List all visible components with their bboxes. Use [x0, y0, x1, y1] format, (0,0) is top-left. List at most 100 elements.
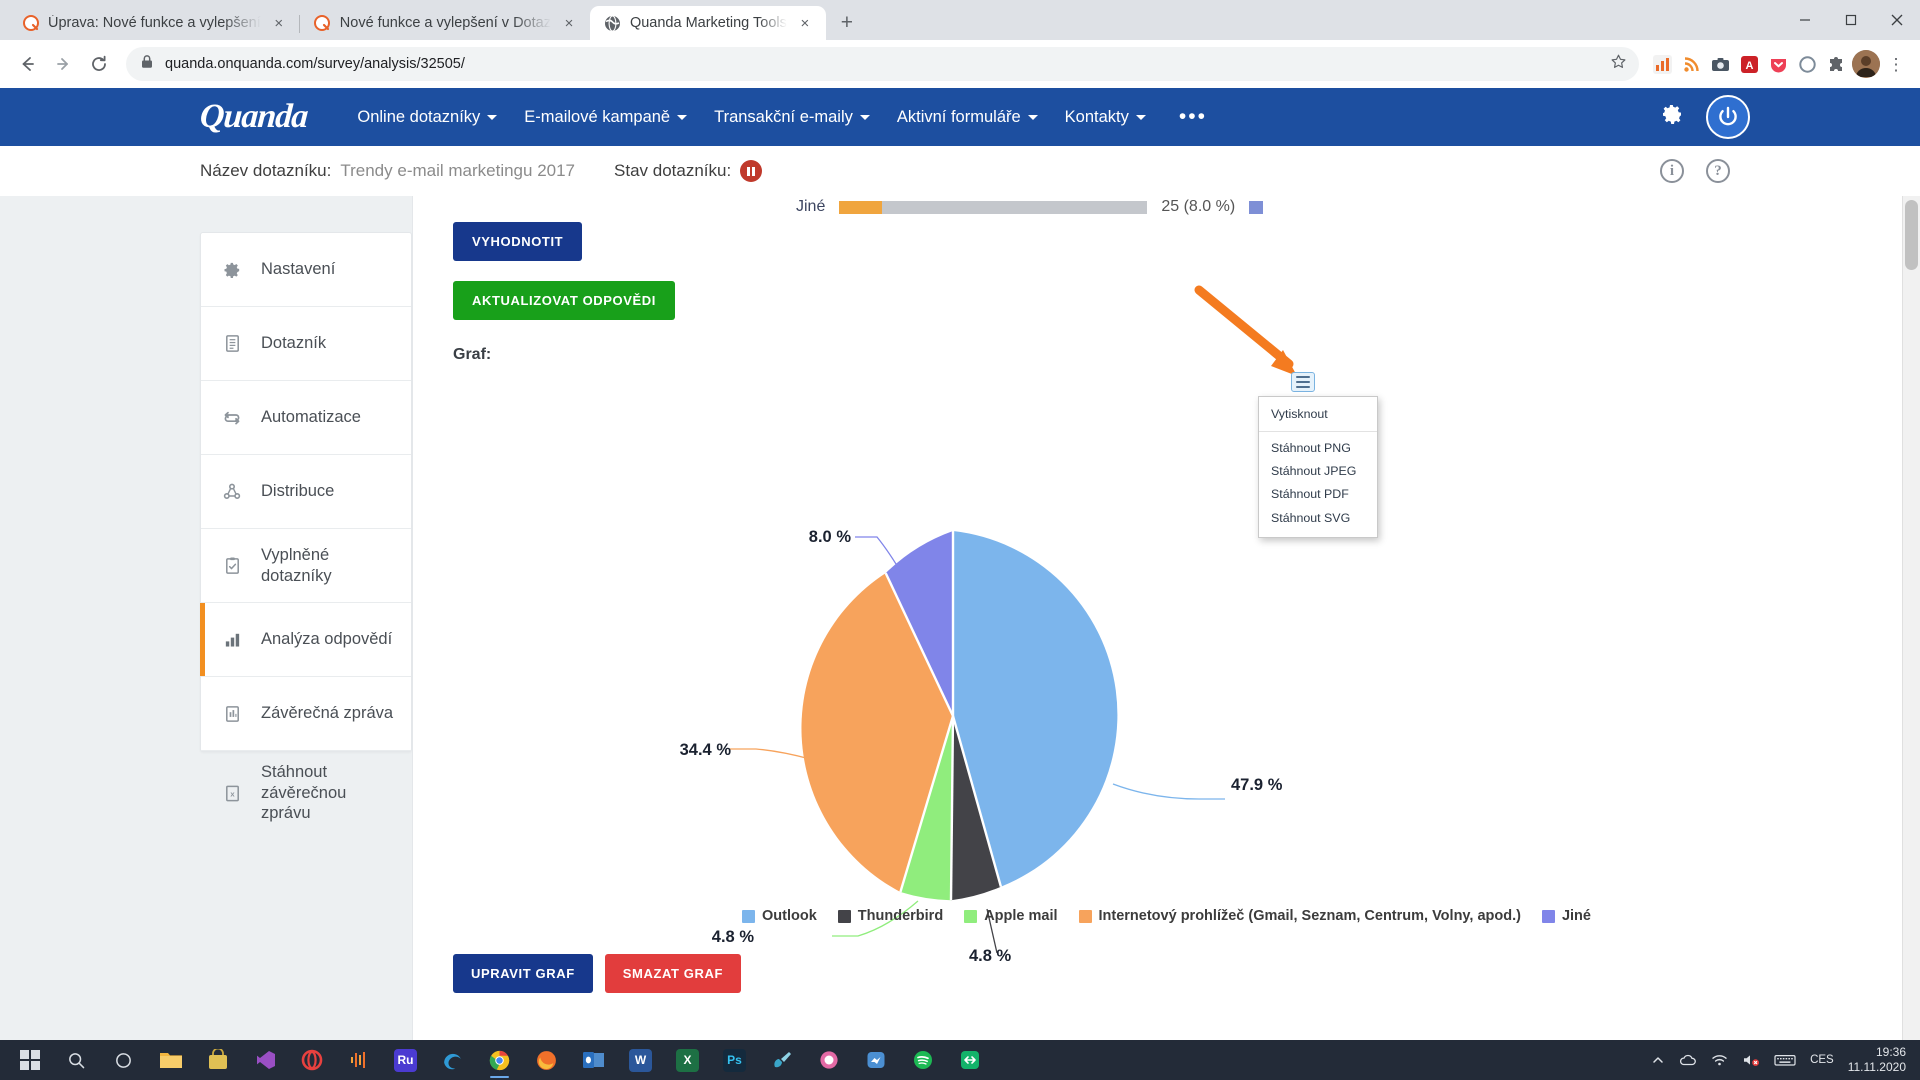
page-scrollbar[interactable]	[1902, 196, 1920, 1040]
legend-item-thunderbird[interactable]: Thunderbird	[838, 908, 943, 924]
nav-item-emailove-kampane[interactable]: E-mailové kampaně	[524, 108, 687, 127]
sidebar-item-dotaznik[interactable]: Dotazník	[201, 307, 411, 381]
sidebar-item-zaverecna-zprava[interactable]: Závěrečná zpráva	[201, 677, 411, 751]
excel-icon[interactable]: X	[664, 1040, 711, 1080]
minimize-button[interactable]	[1782, 0, 1828, 40]
legend-swatch	[964, 910, 977, 923]
search-icon[interactable]	[53, 1040, 100, 1080]
pocket-extension-icon[interactable]	[1765, 51, 1791, 77]
close-icon[interactable]: ×	[796, 14, 814, 32]
address-bar[interactable]: quanda.onquanda.com/survey/analysis/3250…	[126, 47, 1639, 81]
data-label-other: 8.0 %	[809, 528, 852, 546]
spotify-icon[interactable]	[899, 1040, 946, 1080]
sidebar-item-stahnout-zaverecnou-zpravu[interactable]: x Stáhnout závěrečnou zprávu	[201, 751, 411, 835]
opera-gx-icon[interactable]	[288, 1040, 335, 1080]
pie-chart-svg: 47.9 % 4.8 % 4.8 % 34.4 % 8.0 %	[413, 376, 1893, 996]
app-navigation: Quanda Online dotazníky E-mailové kampan…	[0, 88, 1920, 146]
gear-icon	[221, 260, 243, 280]
chrome-icon[interactable]	[476, 1040, 523, 1080]
sidebar-item-distribuce[interactable]: Distribuce	[201, 455, 411, 529]
gear-icon[interactable]	[1660, 102, 1684, 132]
close-window-button[interactable]	[1874, 0, 1920, 40]
camera-extension-icon[interactable]	[1707, 51, 1733, 77]
sidebar-item-vyplnene-dotazniky[interactable]: Vyplněné dotazníky	[201, 529, 411, 603]
nav-label: E-mailové kampaně	[524, 108, 670, 127]
word-icon[interactable]: W	[617, 1040, 664, 1080]
power-icon[interactable]	[1706, 95, 1750, 139]
sidebar-item-automatizace[interactable]: Automatizace	[201, 381, 411, 455]
browser-tab-active[interactable]: Quanda Marketing Tools ×	[590, 6, 826, 40]
profile-avatar[interactable]	[1852, 50, 1880, 78]
chart-extension-icon[interactable]	[1649, 51, 1675, 77]
cloud-icon[interactable]	[1679, 1053, 1697, 1067]
sidebar-item-label: Distribuce	[261, 481, 334, 502]
forward-icon[interactable]	[46, 47, 80, 81]
back-icon[interactable]	[10, 47, 44, 81]
update-answers-button[interactable]: AKTUALIZOVAT ODPOVĚDI	[453, 281, 675, 320]
nav-item-transakcni-emaily[interactable]: Transakční e-maily	[714, 108, 870, 127]
globe-icon	[604, 15, 621, 32]
star-icon[interactable]	[1610, 53, 1627, 75]
browser-tab[interactable]: Nové funkce a vylepšení v Dotaz ×	[300, 6, 590, 40]
nav-item-aktivni-formulare[interactable]: Aktivní formuláře	[897, 108, 1038, 127]
windows-logo-icon[interactable]	[6, 1040, 53, 1080]
new-tab-button[interactable]: +	[832, 8, 862, 38]
rss-extension-icon[interactable]	[1678, 51, 1704, 77]
close-icon[interactable]: ×	[560, 14, 578, 32]
checklist-icon	[221, 556, 243, 575]
nav-item-kontakty[interactable]: Kontakty	[1065, 108, 1146, 127]
teamviewer-icon[interactable]	[946, 1040, 993, 1080]
outlook-icon[interactable]	[570, 1040, 617, 1080]
sidebar-item-label: Automatizace	[261, 407, 361, 428]
legend-item-browser[interactable]: Internetový prohlížeč (Gmail, Seznam, Ce…	[1079, 908, 1521, 924]
wifi-icon[interactable]	[1711, 1053, 1728, 1067]
data-label-apple: 4.8 %	[712, 928, 755, 946]
firefox-icon[interactable]	[523, 1040, 570, 1080]
volume-muted-icon[interactable]	[1742, 1053, 1760, 1067]
sidebar-item-analyza-odpovedi[interactable]: Analýza odpovědí	[201, 603, 411, 677]
language-indicator[interactable]: CES	[1810, 1054, 1834, 1066]
sketch-icon[interactable]	[805, 1040, 852, 1080]
adobe-premiere-rush-icon[interactable]: Ru	[382, 1040, 429, 1080]
sidebar-item-nastaveni[interactable]: Nastavení	[201, 233, 411, 307]
puzzle-extension-icon[interactable]	[1823, 51, 1849, 77]
sidebar-item-label: Stáhnout závěrečnou zprávu	[261, 762, 395, 824]
store-icon[interactable]	[194, 1040, 241, 1080]
file-explorer-icon[interactable]	[147, 1040, 194, 1080]
chart-action-buttons: UPRAVIT GRAF SMAZAT GRAF	[453, 954, 741, 993]
bar-track	[839, 201, 1147, 214]
info-icon[interactable]: i	[1660, 159, 1684, 183]
help-icon[interactable]: ?	[1706, 159, 1730, 183]
keyboard-icon[interactable]	[1774, 1053, 1796, 1067]
delete-chart-button[interactable]: SMAZAT GRAF	[605, 954, 741, 993]
window-controls	[1782, 0, 1920, 40]
taskbar-clock[interactable]: 19:36 11.11.2020	[1848, 1045, 1906, 1075]
audacity-icon[interactable]	[335, 1040, 382, 1080]
edit-chart-button[interactable]: UPRAVIT GRAF	[453, 954, 593, 993]
browser-tab[interactable]: Úprava: Nové funkce a vylepšení ×	[8, 6, 300, 40]
subheader-actions: i ?	[1660, 159, 1730, 183]
chevron-up-icon[interactable]	[1651, 1053, 1665, 1067]
adobe-extension-icon[interactable]: A	[1736, 51, 1762, 77]
evaluate-button[interactable]: VYHODNOTIT	[453, 222, 582, 261]
nav-item-online-dotazniky[interactable]: Online dotazníky	[357, 108, 497, 127]
photoshop-icon[interactable]: Ps	[711, 1040, 758, 1080]
browser-menu-icon[interactable]: ⋮	[1882, 47, 1910, 81]
edge-icon[interactable]	[429, 1040, 476, 1080]
close-icon[interactable]: ×	[270, 14, 288, 32]
maximize-button[interactable]	[1828, 0, 1874, 40]
reload-icon[interactable]	[82, 47, 116, 81]
visual-studio-icon[interactable]	[241, 1040, 288, 1080]
legend-item-outlook[interactable]: Outlook	[742, 908, 817, 924]
legend-item-other[interactable]: Jiné	[1542, 908, 1591, 924]
messenger-icon[interactable]	[852, 1040, 899, 1080]
scrollbar-thumb[interactable]	[1905, 200, 1918, 270]
circle-extension-icon[interactable]	[1794, 51, 1820, 77]
task-view-icon[interactable]	[100, 1040, 147, 1080]
status-badge[interactable]	[740, 160, 762, 182]
survey-subheader: Název dotazníku: Trendy e-mail marketing…	[0, 146, 1920, 196]
nav-more-icon[interactable]: •••	[1179, 111, 1207, 124]
nav-label: Online dotazníky	[357, 108, 480, 127]
brush-icon[interactable]	[758, 1040, 805, 1080]
legend-item-apple-mail[interactable]: Apple mail	[964, 908, 1057, 924]
